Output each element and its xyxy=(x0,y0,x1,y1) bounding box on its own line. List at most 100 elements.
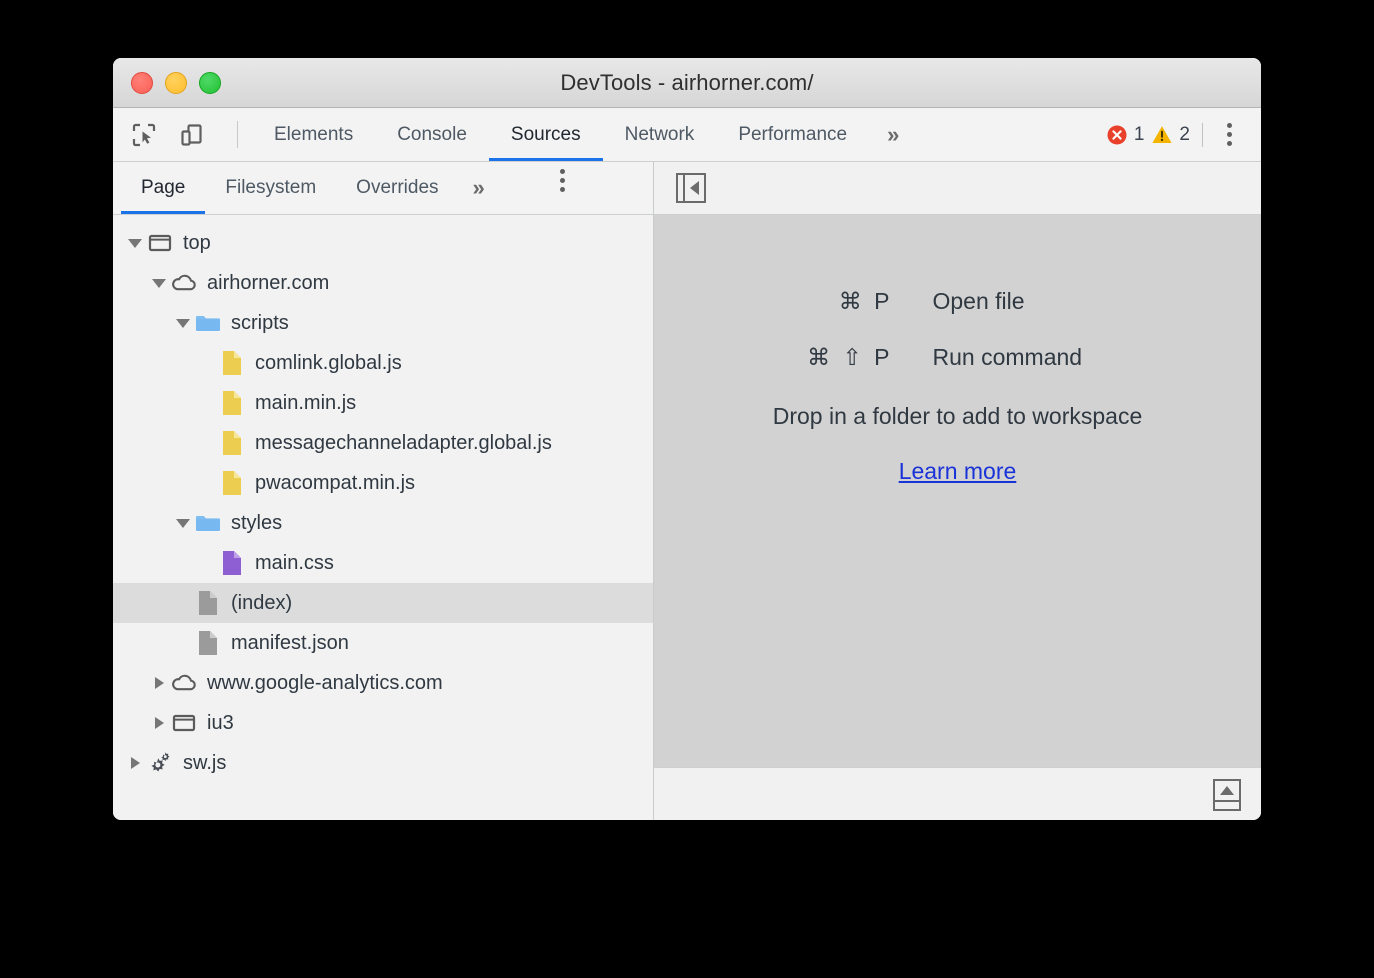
warning-icon xyxy=(1151,124,1173,146)
tree-item-label: www.google-analytics.com xyxy=(207,673,443,693)
tree-item-www-google-analytics-com[interactable]: www.google-analytics.com xyxy=(113,663,653,703)
tree-item-sw-js[interactable]: sw.js xyxy=(113,743,653,783)
kebab-dot xyxy=(560,169,565,174)
kebab-dot xyxy=(1227,141,1232,146)
tree-item-label: iu3 xyxy=(207,713,234,733)
chevron-down-icon xyxy=(176,519,190,528)
tab-page-label: Page xyxy=(141,177,185,199)
tree-item-comlink-global-js[interactable]: comlink.global.js xyxy=(113,343,653,383)
show-navigator-icon xyxy=(685,181,704,195)
kebab-dot xyxy=(1227,132,1232,137)
js-file-icon xyxy=(220,429,244,457)
js-file-icon-wrap xyxy=(217,343,247,383)
editor-toolbar xyxy=(654,162,1261,215)
panel-body: Page Filesystem Overrides » xyxy=(113,162,1261,820)
maximize-window-button[interactable] xyxy=(199,72,221,94)
tree-twisty-none xyxy=(197,423,217,463)
tab-elements-label: Elements xyxy=(274,124,353,146)
tree-item-main-min-js[interactable]: main.min.js xyxy=(113,383,653,423)
inspect-element-icon xyxy=(131,122,157,148)
service-worker-icon xyxy=(145,749,175,777)
toolbar-right-divider xyxy=(1202,123,1203,147)
tab-overflow-button[interactable]: » xyxy=(869,108,917,161)
inspect-element-button[interactable] xyxy=(127,118,161,152)
close-window-button[interactable] xyxy=(131,72,153,94)
navigator-tab-overflow-button[interactable]: » xyxy=(459,162,499,214)
chevron-right-icon xyxy=(131,757,140,769)
tree-item-messagechanneladapter-global-js[interactable]: messagechanneladapter.global.js xyxy=(113,423,653,463)
cloud-icon xyxy=(170,270,198,296)
shortcut-open-file-keys: ⌘ P xyxy=(703,288,933,315)
tab-console[interactable]: Console xyxy=(375,108,489,161)
tree-twisty-none xyxy=(173,623,193,663)
warning-counter[interactable]: 2 xyxy=(1151,124,1190,146)
frame-icon-wrap xyxy=(145,223,175,263)
devtools-window: DevTools - airhorner.com/ xyxy=(113,58,1261,820)
shortcut-open-file: ⌘ P Open file xyxy=(703,273,1213,329)
tree-twisty-collapsed[interactable] xyxy=(125,743,145,783)
tab-filesystem[interactable]: Filesystem xyxy=(205,162,336,214)
device-toolbar-button[interactable] xyxy=(174,118,208,152)
tree-twisty-collapsed[interactable] xyxy=(149,663,169,703)
kebab-dot xyxy=(560,187,565,192)
tree-item-manifest-json[interactable]: manifest.json xyxy=(113,623,653,663)
show-drawer-icon xyxy=(1215,781,1239,802)
tree-item-label: top xyxy=(183,233,211,253)
navigator-menu-button[interactable] xyxy=(545,162,581,198)
show-drawer-button[interactable] xyxy=(1213,779,1241,811)
js-file-icon-wrap xyxy=(217,423,247,463)
tree-twisty-none xyxy=(197,343,217,383)
tab-performance[interactable]: Performance xyxy=(716,108,869,161)
kebab-dot xyxy=(1227,123,1232,128)
tab-overrides[interactable]: Overrides xyxy=(336,162,458,214)
document-file-icon-wrap xyxy=(193,583,223,623)
tree-twisty-none xyxy=(197,543,217,583)
panel-tabs: Elements Console Sources Network Perform… xyxy=(252,108,917,161)
tab-page[interactable]: Page xyxy=(121,162,205,214)
toolbar-icon-group xyxy=(113,108,252,161)
tree-twisty-expanded[interactable] xyxy=(173,503,193,543)
tree-item-airhorner-com[interactable]: airhorner.com xyxy=(113,263,653,303)
document-file-icon xyxy=(196,629,220,657)
editor-pane: ⌘ P Open file ⌘ ⇧ P Run command Drop in … xyxy=(654,162,1261,820)
tab-filesystem-label: Filesystem xyxy=(225,177,316,199)
tree-item-label: airhorner.com xyxy=(207,273,329,293)
tree-item-label: main.min.js xyxy=(255,393,356,413)
cloud-icon-wrap xyxy=(169,663,199,703)
tree-twisty-expanded[interactable] xyxy=(173,303,193,343)
shortcut-run-command-keys: ⌘ ⇧ P xyxy=(703,344,933,371)
show-navigator-button[interactable] xyxy=(676,173,706,203)
shortcut-open-file-action: Open file xyxy=(933,288,1213,315)
error-icon xyxy=(1106,124,1128,146)
device-toolbar-icon xyxy=(178,122,204,148)
tree-twisty-collapsed[interactable] xyxy=(149,703,169,743)
window-title: DevTools - airhorner.com/ xyxy=(560,70,813,96)
error-counter[interactable]: 1 xyxy=(1106,124,1145,146)
js-file-icon xyxy=(220,389,244,417)
main-menu-button[interactable] xyxy=(1211,117,1247,153)
tab-sources[interactable]: Sources xyxy=(489,108,603,161)
tree-item-label: styles xyxy=(231,513,282,533)
tree-twisty-expanded[interactable] xyxy=(125,223,145,263)
tree-item-top[interactable]: top xyxy=(113,223,653,263)
chevron-down-icon xyxy=(152,279,166,288)
error-count: 1 xyxy=(1134,124,1145,146)
tree-twisty-expanded[interactable] xyxy=(149,263,169,303)
tree-item-scripts[interactable]: scripts xyxy=(113,303,653,343)
tree-item-iu3[interactable]: iu3 xyxy=(113,703,653,743)
tree-item-main-css[interactable]: main.css xyxy=(113,543,653,583)
tree-item-styles[interactable]: styles xyxy=(113,503,653,543)
tree-item-pwacompat-min-js[interactable]: pwacompat.min.js xyxy=(113,463,653,503)
js-file-icon-wrap xyxy=(217,463,247,503)
toolbar-right-group: 1 2 xyxy=(1106,108,1261,161)
tree-item-index[interactable]: (index) xyxy=(113,583,653,623)
js-file-icon-wrap xyxy=(217,383,247,423)
title-bar: DevTools - airhorner.com/ xyxy=(113,58,1261,108)
chevron-double-right-icon: » xyxy=(473,175,485,201)
cloud-icon-wrap xyxy=(169,263,199,303)
tab-network[interactable]: Network xyxy=(603,108,717,161)
tab-elements[interactable]: Elements xyxy=(252,108,375,161)
learn-more-link[interactable]: Learn more xyxy=(899,458,1017,485)
frame-icon xyxy=(147,230,173,256)
minimize-window-button[interactable] xyxy=(165,72,187,94)
